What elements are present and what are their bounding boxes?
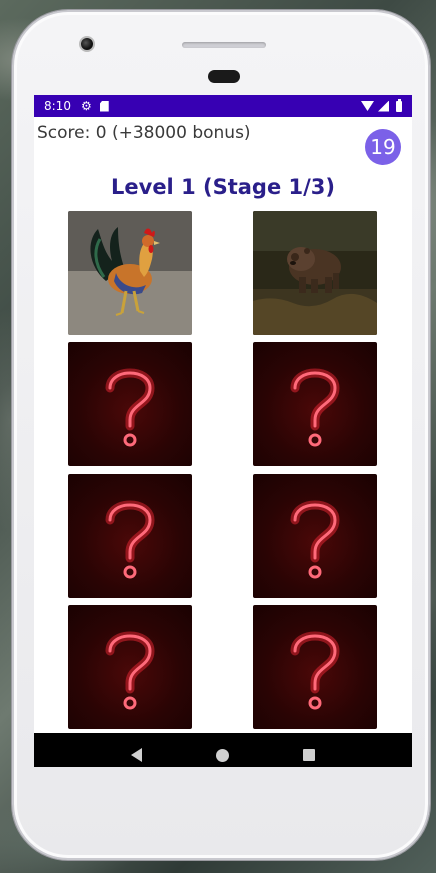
gear-icon: ⚙ [80,99,92,113]
rooster-image [68,211,192,335]
status-time: 8:10 [44,99,71,113]
status-bar: 8:10 ⚙ [34,95,412,117]
navigation-bar [34,733,412,767]
battery-icon [396,98,402,112]
recents-icon[interactable] [303,749,315,761]
speaker-grille [182,42,266,48]
bear-image [253,211,377,335]
wifi-icon [361,101,374,111]
status-indicators [361,98,402,112]
memory-card-hidden[interactable] [253,342,377,466]
question-mark-icon [290,631,340,710]
memory-card-hidden[interactable] [68,605,192,729]
front-camera [79,36,95,52]
sd-card-icon [99,100,109,112]
back-icon[interactable] [131,748,142,762]
memory-card-hidden[interactable] [68,474,192,598]
signal-icon [378,100,389,112]
question-mark-icon [290,500,340,579]
home-icon[interactable] [216,748,229,762]
earpiece [208,70,240,83]
memory-card-hidden[interactable] [253,605,377,729]
timer-badge: 19 [365,129,401,165]
memory-card-bear[interactable] [253,211,377,335]
memory-card-hidden[interactable] [253,474,377,598]
question-mark-icon [105,368,155,447]
memory-card-rooster[interactable] [68,211,192,335]
question-mark-icon [105,500,155,579]
question-mark-icon [105,631,155,710]
level-title: Level 1 (Stage 1/3) [111,175,335,199]
memory-card-hidden[interactable] [68,342,192,466]
score-label: Score: 0 (+38000 bonus) [37,123,251,143]
app-screen: 8:10 ⚙ Score: 0 (+38000 bonus) 19 Level … [34,95,412,767]
phone-frame: 8:10 ⚙ Score: 0 (+38000 bonus) 19 Level … [12,10,430,860]
question-mark-icon [290,368,340,447]
